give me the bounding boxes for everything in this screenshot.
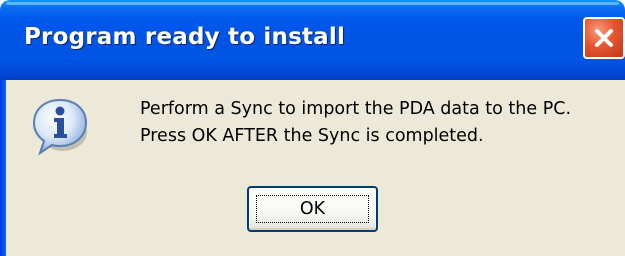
message-line: Perform a Sync to import the PDA data to… xyxy=(140,99,572,119)
title-bar-highlight xyxy=(6,2,619,5)
window-frame-left xyxy=(0,80,6,256)
dialog-window: Program ready to install Perform a Sync … xyxy=(0,0,625,256)
dialog-title: Program ready to install xyxy=(24,24,346,50)
dialog-message: Perform a Sync to import the PDA data to… xyxy=(140,96,571,150)
title-bar[interactable]: Program ready to install xyxy=(0,0,625,80)
message-line: Press OK AFTER the Sync is completed. xyxy=(140,126,484,146)
information-icon xyxy=(32,98,88,156)
close-button[interactable] xyxy=(583,17,625,59)
ok-button[interactable]: OK xyxy=(247,186,378,232)
ok-button-label: OK xyxy=(299,199,326,219)
close-icon xyxy=(595,29,613,47)
